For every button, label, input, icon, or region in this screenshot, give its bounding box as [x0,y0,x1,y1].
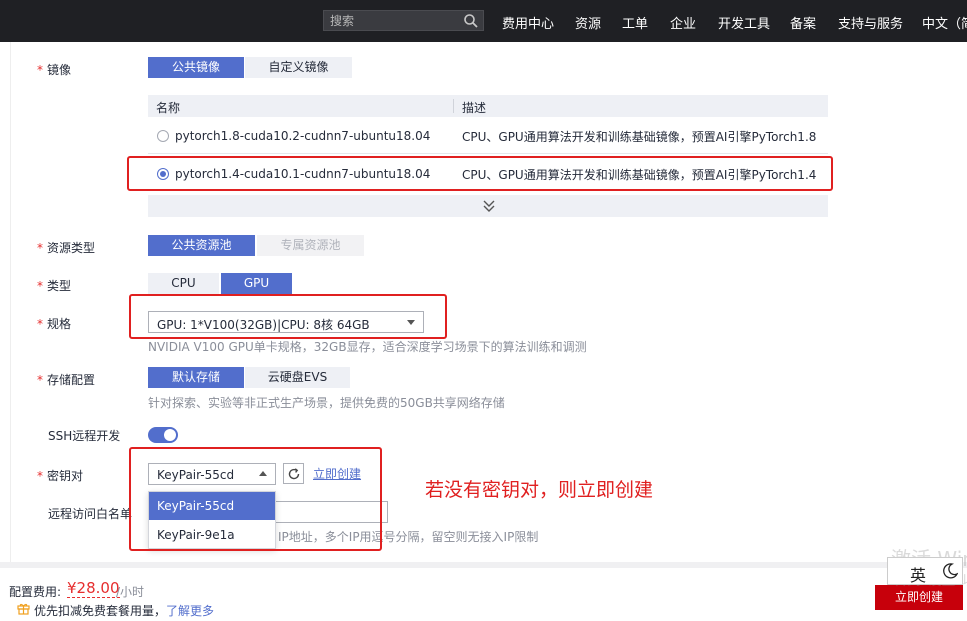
tab-default-storage[interactable]: 默认存储 [148,367,244,388]
ime-indicator[interactable]: 英 [887,557,963,585]
highlight-box-spec [129,294,447,339]
storage-hint: 针对探索、实验等非正式生产场景，提供免费的50GB共享网络存储 [148,396,505,410]
storage-label: * 存储配置 [37,373,96,387]
top-nav-bar: 费用中心 资源 工单 企业 开发工具 备案 支持与服务 中文（简 [0,0,967,42]
nav-item-language[interactable]: 中文（简 [922,13,967,32]
double-chevron-down-icon [483,200,495,212]
moon-icon [943,563,958,579]
image-name: pytorch1.8-cuda10.2-cudnn7-ubuntu18.04 [175,129,431,143]
tab-public-image[interactable]: 公共镜像 [148,57,244,78]
search-input[interactable] [330,13,460,28]
ssh-toggle[interactable] [148,427,178,443]
radio-button[interactable] [157,130,169,142]
annotation-text: 若没有密钥对，则立即创建 [425,479,654,501]
tab-public-pool[interactable]: 公共资源池 [148,235,255,256]
keypair-label: * 密钥对 [37,469,84,483]
column-header-name: 名称 [156,101,181,115]
ime-language-label: 英 [910,566,927,585]
gift-icon [17,603,30,615]
ssh-label: SSH远程开发 [48,429,121,443]
resource-type-label: * 资源类型 [37,241,96,255]
nav-item-support[interactable]: 支持与服务 [838,13,903,32]
search-box[interactable] [323,10,484,31]
highlight-box-selected-image [127,156,833,191]
table-row[interactable]: pytorch1.8-cuda10.2-cudnn7-ubuntu18.04 C… [148,119,828,153]
fee-unit: /小时 [116,585,145,599]
nav-item-enterprise[interactable]: 企业 [670,13,696,32]
fee-price[interactable]: ¥28.00 [67,579,120,598]
tab-evs-storage[interactable]: 云硬盘EVS [245,367,350,388]
spec-hint: NVIDIA V100 GPU单卡规格，32GB显存，适合深度学习场景下的算法训… [148,340,587,354]
nav-item-devtools[interactable]: 开发工具 [718,13,770,32]
image-label: * 镜像 [37,63,72,77]
nav-item-tickets[interactable]: 工单 [622,13,648,32]
tab-custom-image[interactable]: 自定义镜像 [245,57,352,78]
nav-item-filing[interactable]: 备案 [790,13,816,32]
fee-label: 配置费用: [9,585,62,599]
nav-item-resources[interactable]: 资源 [575,13,601,32]
search-icon[interactable] [463,13,479,29]
nav-item-billing[interactable]: 费用中心 [502,13,554,32]
tab-cpu[interactable]: CPU [148,273,219,294]
expand-table-button[interactable] [148,195,828,217]
image-description: CPU、GPU通用算法开发和训练基础镜像，预置AI引擎PyTorch1.8 [462,130,817,144]
learn-more-link[interactable]: 了解更多 [166,604,214,618]
spec-label: * 规格 [37,317,72,331]
image-table-header: 名称 描述 [148,95,828,117]
highlight-box-keypair [129,447,382,551]
tab-gpu[interactable]: GPU [221,273,292,294]
column-header-description: 描述 [462,101,487,115]
footer-bar: 配置费用: ¥28.00 /小时 优先扣减免费套餐用量，了解更多 立即创建 [0,568,967,621]
whitelist-label: 远程访问白名单 [48,507,133,521]
tab-dedicated-pool: 专属资源池 [257,235,364,256]
row-divider [148,153,828,154]
promo-text: 优先扣减免费套餐用量，了解更多 [34,604,215,618]
type-label: * 类型 [37,279,72,293]
